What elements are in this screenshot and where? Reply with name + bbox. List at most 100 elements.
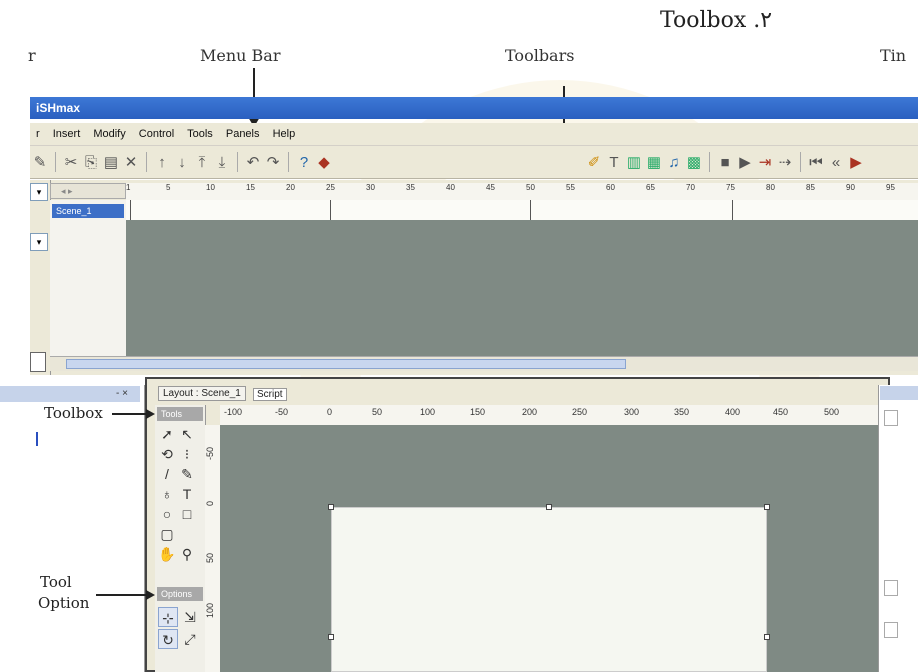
properties-field[interactable]: [884, 410, 898, 426]
stage[interactable]: [331, 507, 767, 672]
timeline-ruler-tick: 55: [566, 183, 575, 192]
hruler-tick: 50: [372, 407, 383, 417]
pen-tool-icon[interactable]: ♁: [157, 484, 177, 504]
pencil-tool-icon[interactable]: ✎: [177, 464, 197, 484]
menu-item-panels[interactable]: Panels: [226, 128, 260, 140]
timeline-frames-row[interactable]: [126, 200, 918, 221]
ellipse-tool-icon[interactable]: ○: [157, 504, 177, 524]
close-icon[interactable]: - ×: [116, 388, 128, 399]
menu-item-fragment[interactable]: r: [36, 128, 40, 140]
bring-to-front-icon[interactable]: ⤒: [192, 154, 212, 171]
resize-handle[interactable]: [546, 504, 552, 510]
skew-option-icon[interactable]: ⤢: [180, 629, 200, 649]
scene-dropdown[interactable]: ▾: [30, 183, 48, 201]
send-backward-icon[interactable]: ↓: [172, 154, 192, 171]
sound-icon[interactable]: ♫: [664, 154, 684, 171]
menu-item-insert[interactable]: Insert: [53, 128, 81, 140]
text-caret: [36, 432, 38, 446]
send-to-back-icon[interactable]: ⤓: [212, 154, 232, 171]
properties-field[interactable]: [884, 622, 898, 638]
image-icon[interactable]: ▦: [644, 153, 664, 171]
copy-icon[interactable]: ⎘: [81, 154, 101, 171]
tab-script[interactable]: Script: [253, 388, 287, 401]
scrollbar-thumb[interactable]: [66, 359, 626, 369]
hand-tool-icon[interactable]: ✋: [157, 544, 177, 564]
movie-icon[interactable]: ▩: [684, 153, 704, 171]
empty-slot: [177, 524, 197, 544]
menu-item-control[interactable]: Control: [139, 128, 174, 140]
delete-icon[interactable]: ✕: [121, 153, 141, 171]
properties-field[interactable]: [884, 580, 898, 596]
toolbar-separator: [288, 152, 289, 172]
section-heading: Toolbox .٢: [660, 8, 773, 33]
line-tool-icon[interactable]: /: [157, 464, 177, 484]
transform-tool-icon[interactable]: ⟲: [157, 444, 177, 464]
subselect-tool-icon[interactable]: ↖: [177, 424, 197, 444]
paste-icon[interactable]: ▤: [101, 153, 121, 171]
play-scene-icon[interactable]: ⇥: [755, 153, 775, 171]
play-icon[interactable]: ▶: [735, 153, 755, 171]
scale-option-icon[interactable]: ⇲: [180, 607, 200, 627]
timeline-ruler-tick: 5: [166, 183, 171, 192]
timeline-empty-area: [126, 220, 918, 356]
rounded-rect-tool-icon[interactable]: ▢: [157, 524, 177, 544]
timeline-left-strip: [30, 180, 51, 375]
resize-handle[interactable]: [328, 504, 334, 510]
scene-row[interactable]: Scene_1: [52, 204, 124, 218]
next-frame-icon[interactable]: ▶: [846, 153, 866, 171]
timeline-ruler-tick: 50: [526, 183, 535, 192]
timeline-ruler-tick: 65: [646, 183, 655, 192]
bring-forward-icon[interactable]: ↑: [152, 154, 172, 171]
tab-layout[interactable]: Layout : Scene_1: [158, 386, 246, 401]
text-icon[interactable]: T: [604, 154, 624, 171]
keyframe[interactable]: [330, 200, 331, 220]
pencil-icon[interactable]: ✐: [584, 153, 604, 171]
resize-handle[interactable]: [328, 634, 334, 640]
chart-icon[interactable]: ▥: [624, 153, 644, 171]
callout-left-fragment: r: [28, 46, 36, 65]
callout-menu-bar: Menu Bar: [200, 46, 281, 65]
prev-frame-icon[interactable]: «: [826, 154, 846, 171]
timeline-ruler-tick: 60: [606, 183, 615, 192]
timeline-ruler: 1 5 10 15 20 25 30 35 40 45 50 55 60 65 …: [126, 183, 918, 201]
keyframe[interactable]: [130, 200, 131, 220]
main-toolbar: ✎ ✂ ⎘ ▤ ✕ ↑ ↓ ⤒ ⤓ ↶ ↷ ? ◆ ✐ T ▥ ▦ ♫ ▩ ■ …: [30, 145, 918, 179]
resize-handle[interactable]: [764, 504, 770, 510]
hruler-tick: 0: [327, 407, 333, 417]
timeline-ruler-tick: 15: [246, 183, 255, 192]
vertical-ruler: -50 0 50 100: [205, 425, 221, 672]
stop-icon[interactable]: ■: [715, 154, 735, 171]
menu-item-tools[interactable]: Tools: [187, 128, 213, 140]
timeline-ruler-tick: 35: [406, 183, 415, 192]
text-tool-icon[interactable]: T: [177, 484, 197, 504]
layer-dropdown[interactable]: ▾: [30, 233, 48, 251]
undo-icon[interactable]: ↶: [243, 153, 263, 171]
redo-icon[interactable]: ↷: [263, 153, 283, 171]
rectangle-tool-icon[interactable]: □: [177, 504, 197, 524]
menu-item-modify[interactable]: Modify: [93, 128, 125, 140]
first-frame-icon[interactable]: ⏮: [806, 154, 826, 171]
resize-handle[interactable]: [764, 634, 770, 640]
new-icon[interactable]: ✎: [30, 153, 50, 171]
menu-bar: r Insert Modify Control Tools Panels Hel…: [30, 123, 918, 145]
rotate-option-icon[interactable]: ↻: [158, 629, 178, 649]
timeline-ruler-tick: 20: [286, 183, 295, 192]
menu-item-help[interactable]: Help: [273, 128, 296, 140]
timeline-scrollbar[interactable]: [50, 356, 918, 371]
tool-grid: ➚ ↖ ⟲ ⁝ / ✎ ♁ T ○ □ ▢ ✋ ⚲: [157, 424, 203, 564]
test-icon[interactable]: ⇢: [775, 153, 795, 171]
timeline-ruler-tick: 10: [206, 183, 215, 192]
eraser-icon[interactable]: ◆: [314, 153, 334, 171]
arrow-tool-icon[interactable]: ➚: [157, 424, 177, 444]
keyframe[interactable]: [530, 200, 531, 220]
keyframe[interactable]: [732, 200, 733, 220]
scene-list: [50, 200, 127, 356]
cut-icon[interactable]: ✂: [61, 153, 81, 171]
reshape-tool-icon[interactable]: ⁝: [177, 444, 197, 464]
vruler-tick: -50: [205, 447, 215, 461]
timeline-nav[interactable]: ◂ ▸: [50, 183, 126, 199]
hruler-tick: 350: [674, 407, 690, 417]
snap-option-icon[interactable]: ⊹: [158, 607, 178, 627]
zoom-tool-icon[interactable]: ⚲: [177, 544, 197, 564]
help-icon[interactable]: ?: [294, 154, 314, 171]
